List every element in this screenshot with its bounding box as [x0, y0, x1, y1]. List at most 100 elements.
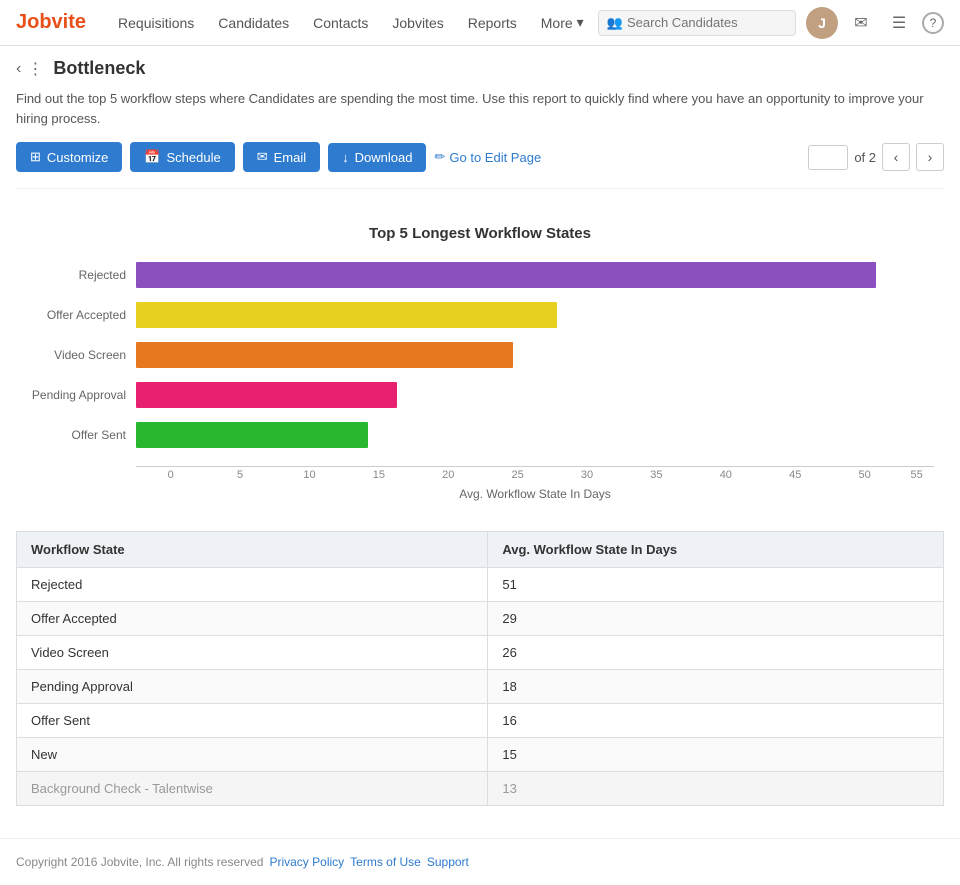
- x-axis-label: 15: [344, 469, 413, 481]
- chart-bars: Rejected Offer Accepted Video Screen Pendin…: [26, 262, 934, 462]
- footer: Copyright 2016 Jobvite, Inc. All rights …: [0, 838, 960, 885]
- bar: [136, 382, 397, 408]
- chart-x-axis: [136, 466, 934, 467]
- download-icon: ↓: [342, 150, 349, 165]
- toolbar: ⊞ Customize 📅 Schedule ✉ Email ↓ Downloa…: [16, 142, 944, 189]
- chart-x-labels: 0510152025303540455055: [136, 469, 934, 481]
- cell-state: Offer Accepted: [17, 602, 488, 636]
- bar: [136, 422, 368, 448]
- col-workflow-state: Workflow State: [17, 532, 488, 568]
- chart-x-title: Avg. Workflow State In Days: [136, 487, 934, 501]
- terms-link[interactable]: Terms of Use: [350, 855, 421, 869]
- next-page-button[interactable]: ›: [916, 143, 944, 171]
- chart-bar-row: Offer Sent: [26, 422, 934, 448]
- nav-item-candidates[interactable]: Candidates: [206, 0, 301, 46]
- chart-title: Top 5 Longest Workflow States: [26, 225, 934, 242]
- x-axis-label: 30: [552, 469, 621, 481]
- x-axis-label: 0: [136, 469, 205, 481]
- chart-bar-row: Pending Approval: [26, 382, 934, 408]
- cell-days: 13: [488, 772, 944, 806]
- table-row: New15: [17, 738, 944, 772]
- bar-label: Offer Accepted: [26, 308, 136, 322]
- search-people-icon: 👥: [607, 15, 623, 31]
- cell-days: 51: [488, 568, 944, 602]
- chart-bar-row: Offer Accepted: [26, 302, 934, 328]
- table-row: Rejected51: [17, 568, 944, 602]
- email-button[interactable]: ✉ Email: [243, 142, 320, 172]
- cell-state: Offer Sent: [17, 704, 488, 738]
- nav-item-reports[interactable]: Reports: [456, 0, 529, 46]
- chevron-down-icon: ▾: [577, 14, 584, 31]
- cell-state: New: [17, 738, 488, 772]
- chart-bar-row: Rejected: [26, 262, 934, 288]
- breadcrumb: ‹ ⋮ Bottleneck: [16, 58, 944, 79]
- nav-item-jobvites[interactable]: Jobvites: [380, 0, 455, 46]
- bar-label: Pending Approval: [26, 388, 136, 402]
- cell-days: 29: [488, 602, 944, 636]
- table-row: Video Screen26: [17, 636, 944, 670]
- customize-button[interactable]: ⊞ Customize: [16, 142, 122, 172]
- x-axis-label: 45: [761, 469, 830, 481]
- edit-page-link[interactable]: ✏ Go to Edit Page: [434, 149, 541, 165]
- back-arrow[interactable]: ‹: [16, 60, 21, 78]
- privacy-link[interactable]: Privacy Policy: [269, 855, 344, 869]
- bar: [136, 262, 876, 288]
- cell-days: 26: [488, 636, 944, 670]
- bar: [136, 302, 557, 328]
- cell-state: Pending Approval: [17, 670, 488, 704]
- col-avg-days: Avg. Workflow State In Days: [488, 532, 944, 568]
- chart-area: Top 5 Longest Workflow States Rejected Of…: [16, 205, 944, 511]
- support-link[interactable]: Support: [427, 855, 469, 869]
- cell-days: 15: [488, 738, 944, 772]
- schedule-icon: 📅: [144, 149, 160, 165]
- nav-item-requisitions[interactable]: Requisitions: [106, 0, 206, 46]
- page-title: Bottleneck: [53, 58, 145, 79]
- bar-wrap: [136, 382, 934, 408]
- search-box: 👥: [598, 10, 796, 36]
- search-input[interactable]: [627, 15, 787, 30]
- cell-state: Rejected: [17, 568, 488, 602]
- nav-item-more[interactable]: More ▾: [529, 14, 596, 31]
- table-row: Offer Sent16: [17, 704, 944, 738]
- data-table: Workflow State Avg. Workflow State In Da…: [16, 531, 944, 806]
- bar-wrap: [136, 302, 934, 328]
- download-button[interactable]: ↓ Download: [328, 143, 426, 172]
- x-axis-label: 35: [622, 469, 691, 481]
- menu-icon[interactable]: ☰: [884, 8, 914, 38]
- logo[interactable]: Jobvite: [16, 11, 86, 34]
- chart-bar-row: Video Screen: [26, 342, 934, 368]
- pagination: 1 of 2 ‹ ›: [808, 143, 944, 171]
- bar-wrap: [136, 262, 934, 288]
- page-description: Find out the top 5 workflow steps where …: [16, 89, 944, 128]
- breadcrumb-nav: ‹ ⋮: [16, 59, 43, 79]
- x-axis-label: 50: [830, 469, 899, 481]
- navbar: Jobvite Requisitions Candidates Contacts…: [0, 0, 960, 46]
- table-row: Background Check - Talentwise13: [17, 772, 944, 806]
- email-icon: ✉: [257, 149, 268, 165]
- schedule-button[interactable]: 📅 Schedule: [130, 142, 234, 172]
- cell-state: Video Screen: [17, 636, 488, 670]
- options-dots[interactable]: ⋮: [27, 59, 43, 79]
- x-axis-label: 25: [483, 469, 552, 481]
- customize-icon: ⊞: [30, 149, 41, 165]
- prev-page-button[interactable]: ‹: [882, 143, 910, 171]
- nav-links: Requisitions Candidates Contacts Jobvite…: [106, 0, 598, 46]
- avatar[interactable]: J: [806, 7, 838, 39]
- bar-label: Rejected: [26, 268, 136, 282]
- table-row: Pending Approval18: [17, 670, 944, 704]
- help-icon[interactable]: ?: [922, 12, 944, 34]
- copyright-text: Copyright 2016 Jobvite, Inc. All rights …: [16, 855, 263, 869]
- x-axis-label: 20: [414, 469, 483, 481]
- cell-state: Background Check - Talentwise: [17, 772, 488, 806]
- table-row: Offer Accepted29: [17, 602, 944, 636]
- cell-days: 16: [488, 704, 944, 738]
- nav-icons: J ✉ ☰ ?: [806, 7, 944, 39]
- bar-label: Offer Sent: [26, 428, 136, 442]
- cell-days: 18: [488, 670, 944, 704]
- nav-item-contacts[interactable]: Contacts: [301, 0, 380, 46]
- pencil-icon: ✏: [434, 149, 445, 165]
- page-input[interactable]: 1: [808, 145, 848, 170]
- x-axis-label: 10: [275, 469, 344, 481]
- mail-icon[interactable]: ✉: [846, 8, 876, 38]
- x-axis-label: 40: [691, 469, 760, 481]
